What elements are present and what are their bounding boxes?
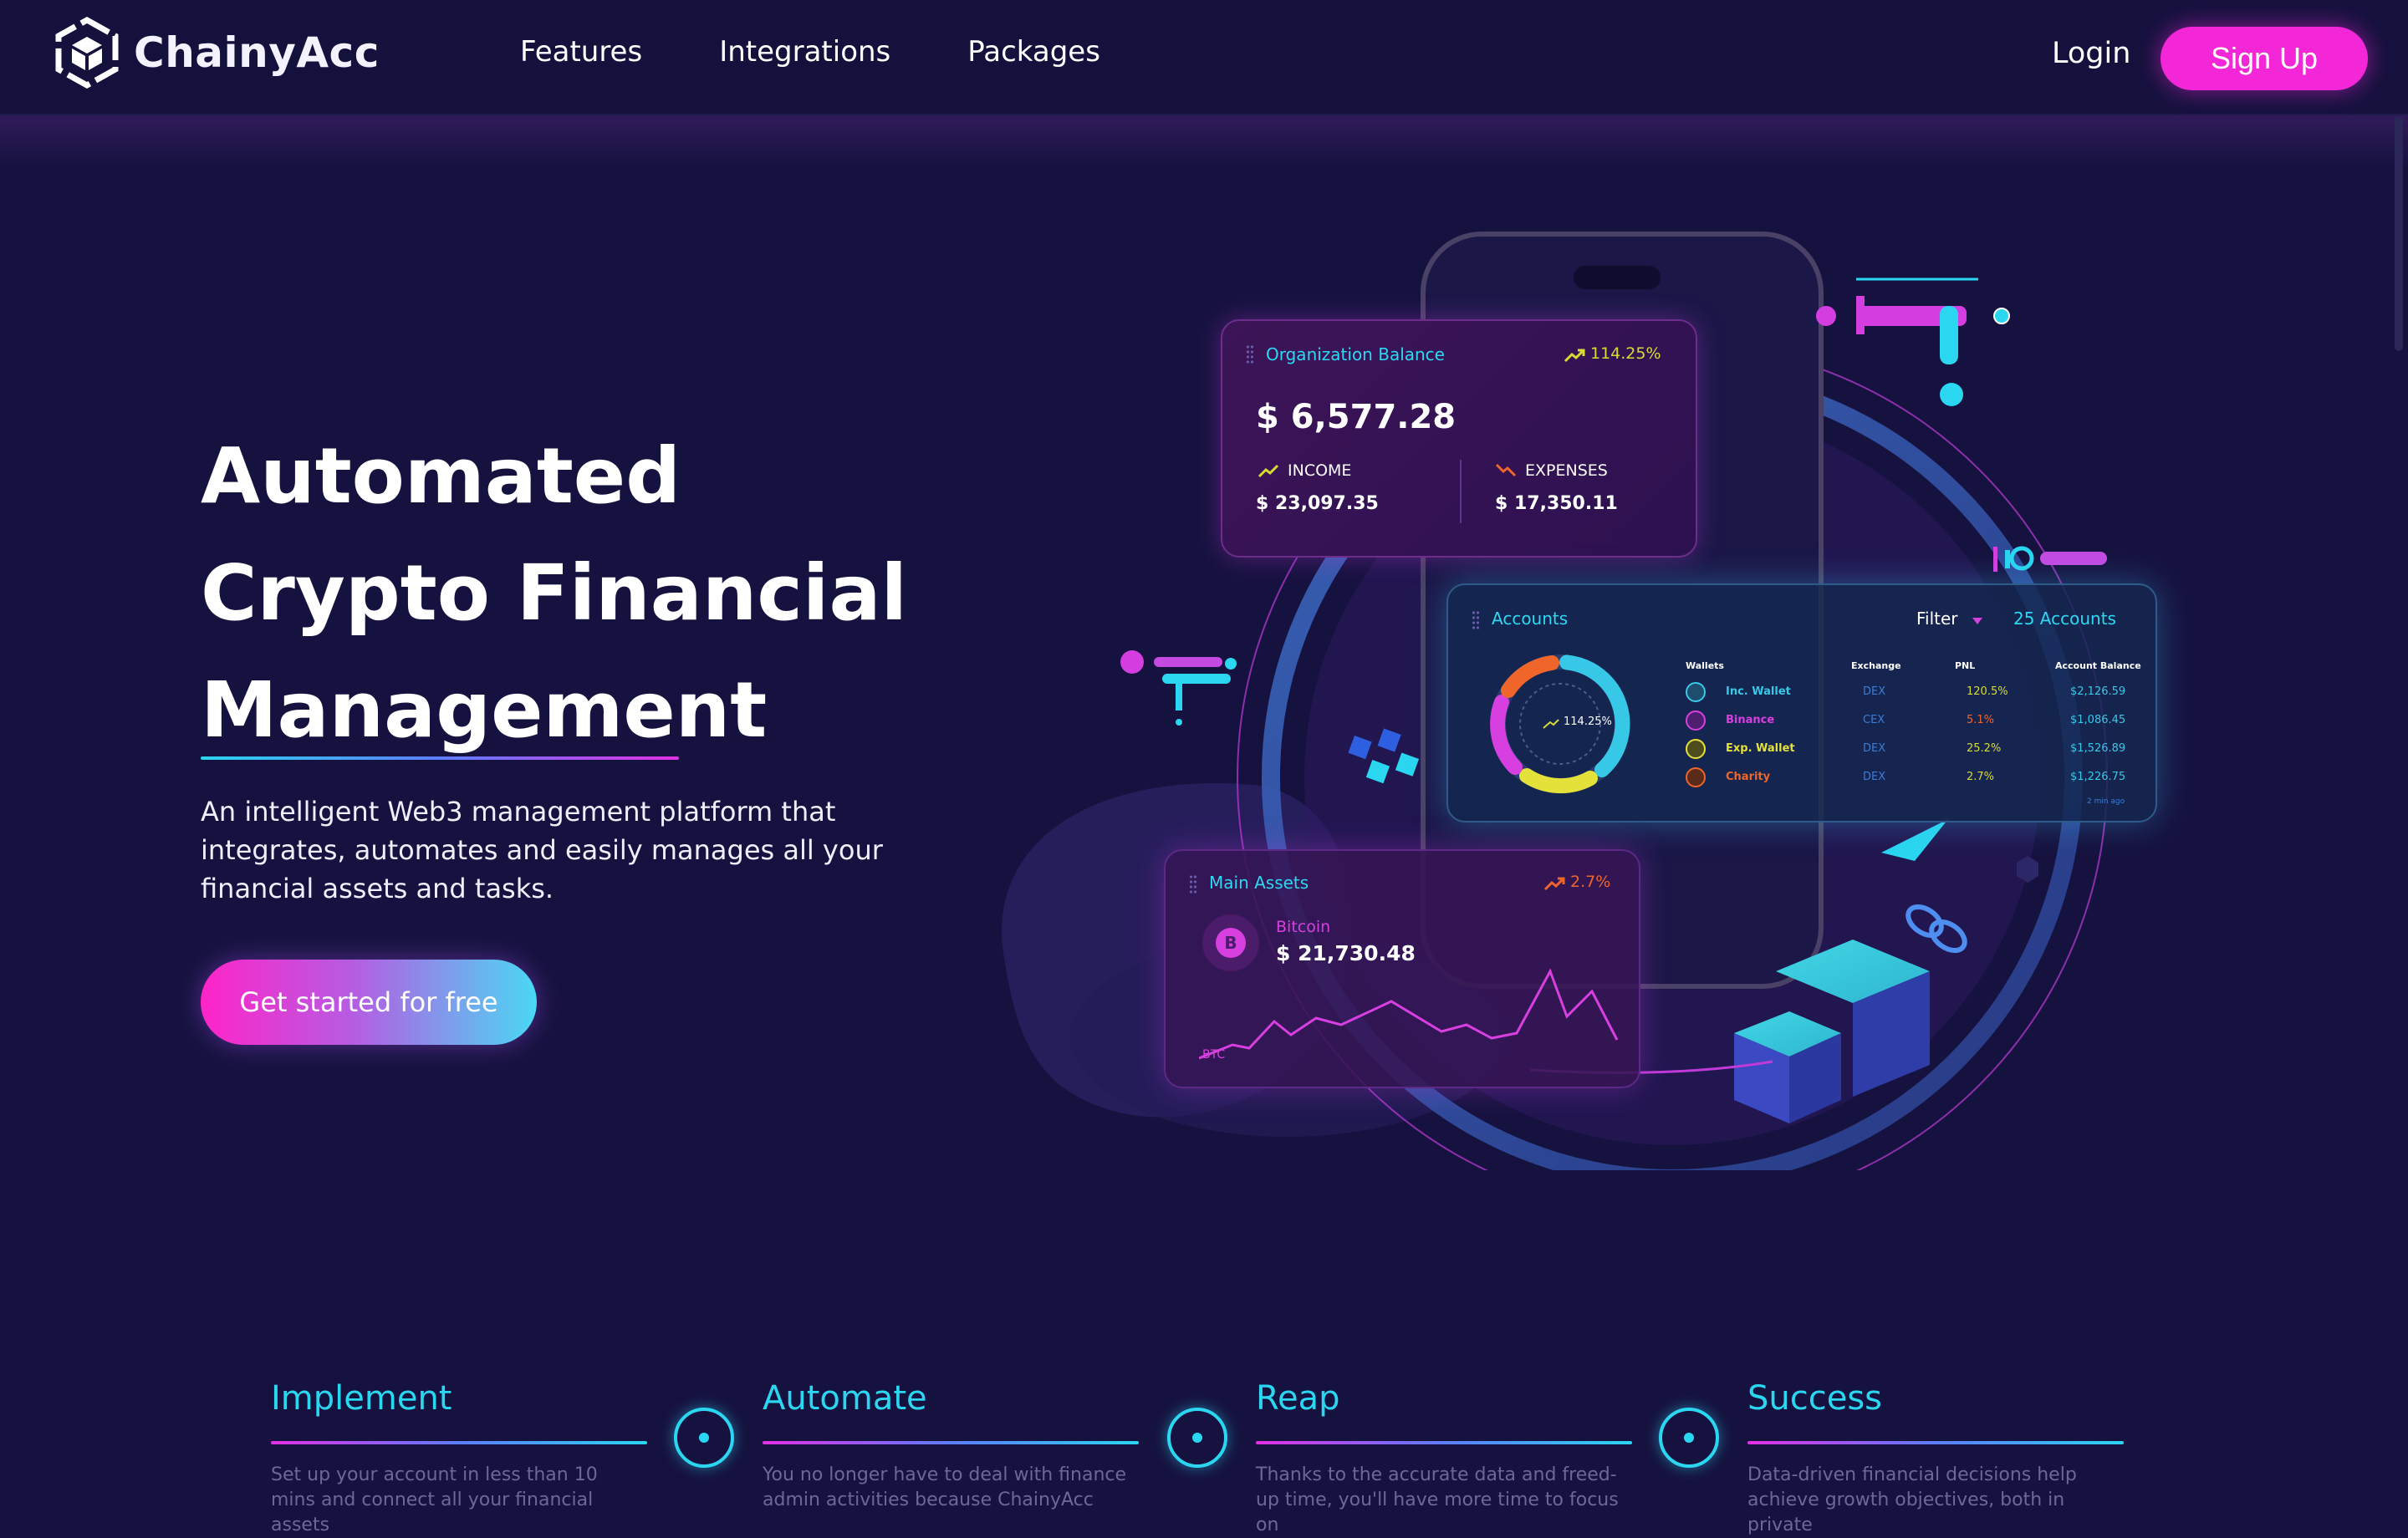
expenses-value: $ 17,350.11 xyxy=(1495,493,1618,514)
col-exchange: Exchange xyxy=(1851,660,1901,671)
hexagon-cube-icon xyxy=(55,17,119,89)
drag-handle-icon[interactable] xyxy=(1472,610,1480,630)
main-nav: Features Integrations Packages xyxy=(520,35,1100,69)
step-automate: Automate You no longer have to deal with… xyxy=(763,1379,1139,1513)
main-assets-card: Main Assets 2.7% B Bitcoin $ 21,730.48 B… xyxy=(1164,849,1640,1088)
step-title: Success xyxy=(1747,1379,1883,1418)
step-title: Implement xyxy=(271,1379,452,1418)
btc-line-chart xyxy=(1199,968,1619,1060)
step-implement: Implement Set up your account in less th… xyxy=(271,1379,647,1538)
org-balance-value: $ 6,577.28 xyxy=(1256,398,1457,436)
wallet-icon xyxy=(1686,767,1706,787)
col-pnl: PNL xyxy=(1955,660,1976,671)
col-balance: Account Balance xyxy=(2055,660,2141,671)
accounts-count[interactable]: 25 Accounts xyxy=(2013,609,2116,629)
wallet-balance: $1,086.45 xyxy=(2070,714,2126,726)
table-row[interactable]: Inc. Wallet DEX 120.5% $2,126.59 xyxy=(1686,680,2137,704)
income-label: INCOME xyxy=(1288,461,1352,480)
wallet-pnl: 2.7% xyxy=(1967,771,1995,783)
page-scrollbar[interactable] xyxy=(2395,117,2403,351)
accounts-card: Accounts Filter 25 Accounts 114.25% Wall… xyxy=(1446,583,2157,822)
wallet-balance: $1,526.89 xyxy=(2070,742,2126,755)
hero-description: An intelligent Web3 management platform … xyxy=(201,796,883,904)
organization-balance-card: Organization Balance 114.25% $ 6,577.28 … xyxy=(1221,319,1697,558)
wallet-pnl: 25.2% xyxy=(1967,742,2002,755)
step-underline xyxy=(1747,1441,2124,1444)
step-reap: Reap Thanks to the accurate data and fre… xyxy=(1256,1379,1632,1538)
nav-integrations[interactable]: Integrations xyxy=(719,35,890,69)
step-connector-node xyxy=(674,1408,734,1468)
drag-handle-icon[interactable] xyxy=(1189,874,1197,894)
step-success: Success Data-driven financial decisions … xyxy=(1747,1379,2124,1538)
hero-title-line-3: Management xyxy=(201,665,768,755)
hero-illustration: Organization Balance 114.25% $ 6,577.28 … xyxy=(987,201,2174,1170)
trend-up-icon xyxy=(1543,877,1565,891)
chevron-down-icon[interactable] xyxy=(1972,617,1983,625)
main-assets-title: Main Assets xyxy=(1209,873,1309,893)
expenses-label: EXPENSES xyxy=(1525,461,1608,480)
income-value: $ 23,097.35 xyxy=(1256,493,1379,514)
income-trend-icon xyxy=(1258,464,1279,478)
hero-underline xyxy=(201,756,679,760)
table-row[interactable]: Charity DEX 2.7% $1,226.75 xyxy=(1686,766,2137,789)
get-started-button[interactable]: Get started for free xyxy=(201,960,537,1045)
step-text: Data-driven financial decisions help ach… xyxy=(1747,1464,2077,1535)
org-balance-title: Organization Balance xyxy=(1266,344,1445,364)
nav-features[interactable]: Features xyxy=(520,35,642,69)
step-text: Thanks to the accurate data and freed-up… xyxy=(1256,1464,1619,1535)
step-text: Set up your account in less than 10 mins… xyxy=(271,1464,598,1535)
top-navbar: ChainyAcc Features Integrations Packages… xyxy=(0,0,2408,115)
trend-up-icon xyxy=(1564,349,1585,363)
expenses-trend-icon xyxy=(1495,463,1517,477)
wallet-name: Binance xyxy=(1726,714,1775,726)
org-balance-change: 114.25% xyxy=(1590,344,1661,363)
step-connector-node xyxy=(1659,1408,1719,1468)
header-glow xyxy=(0,115,2408,166)
wallet-name: Inc. Wallet xyxy=(1726,685,1791,698)
wallet-balance: $2,126.59 xyxy=(2070,685,2126,698)
accounts-title: Accounts xyxy=(1492,609,1569,629)
step-title: Reap xyxy=(1256,1379,1340,1418)
wallet-name: Charity xyxy=(1726,771,1771,783)
step-text: You no longer have to deal with finance … xyxy=(763,1464,1127,1510)
hero-title-line-1: Automated xyxy=(201,431,681,521)
wallet-icon xyxy=(1686,710,1706,731)
donut-center-label: 114.25% xyxy=(1564,716,1612,728)
brand-logo[interactable]: ChainyAcc xyxy=(54,17,380,89)
wallet-pnl: 120.5% xyxy=(1967,685,2008,698)
drag-handle-icon[interactable] xyxy=(1246,344,1254,364)
step-underline xyxy=(1256,1441,1632,1444)
wallet-exchange: DEX xyxy=(1863,685,1886,698)
svg-text:B: B xyxy=(1224,933,1237,953)
updated-timestamp: 2 min ago xyxy=(2087,797,2125,806)
card-divider xyxy=(1460,460,1462,523)
hero-title-line-2: Crypto Financial xyxy=(201,548,908,638)
wallet-pnl: 5.1% xyxy=(1967,714,1995,726)
accounts-filter[interactable]: Filter xyxy=(1916,609,1958,629)
col-wallets: Wallets xyxy=(1686,660,1724,671)
signup-button[interactable]: Sign Up xyxy=(2161,27,2368,90)
step-connector-node xyxy=(1167,1408,1227,1468)
table-row[interactable]: Exp. Wallet DEX 25.2% $1,526.89 xyxy=(1686,737,2137,761)
wallet-name: Exp. Wallet xyxy=(1726,742,1795,755)
login-link[interactable]: Login xyxy=(2052,37,2130,70)
wallet-exchange: DEX xyxy=(1863,742,1886,755)
hero-title: Automated Crypto Financial Management xyxy=(201,418,1037,769)
wallet-balance: $1,226.75 xyxy=(2070,771,2126,783)
brand-name: ChainyAcc xyxy=(134,28,380,77)
wallet-exchange: CEX xyxy=(1863,714,1885,726)
main-assets-change: 2.7% xyxy=(1570,873,1611,891)
accounts-donut-chart xyxy=(1490,654,1630,794)
step-underline xyxy=(271,1441,647,1444)
wallet-icon xyxy=(1686,739,1706,759)
wallet-icon xyxy=(1686,682,1706,702)
table-row[interactable]: Binance CEX 5.1% $1,086.45 xyxy=(1686,709,2137,732)
step-title: Automate xyxy=(763,1379,927,1418)
btc-ticker: BTC xyxy=(1202,1048,1226,1062)
nav-packages[interactable]: Packages xyxy=(967,35,1100,69)
main-asset-name: Bitcoin xyxy=(1276,918,1331,936)
step-underline xyxy=(763,1441,1139,1444)
wallet-exchange: DEX xyxy=(1863,771,1886,783)
